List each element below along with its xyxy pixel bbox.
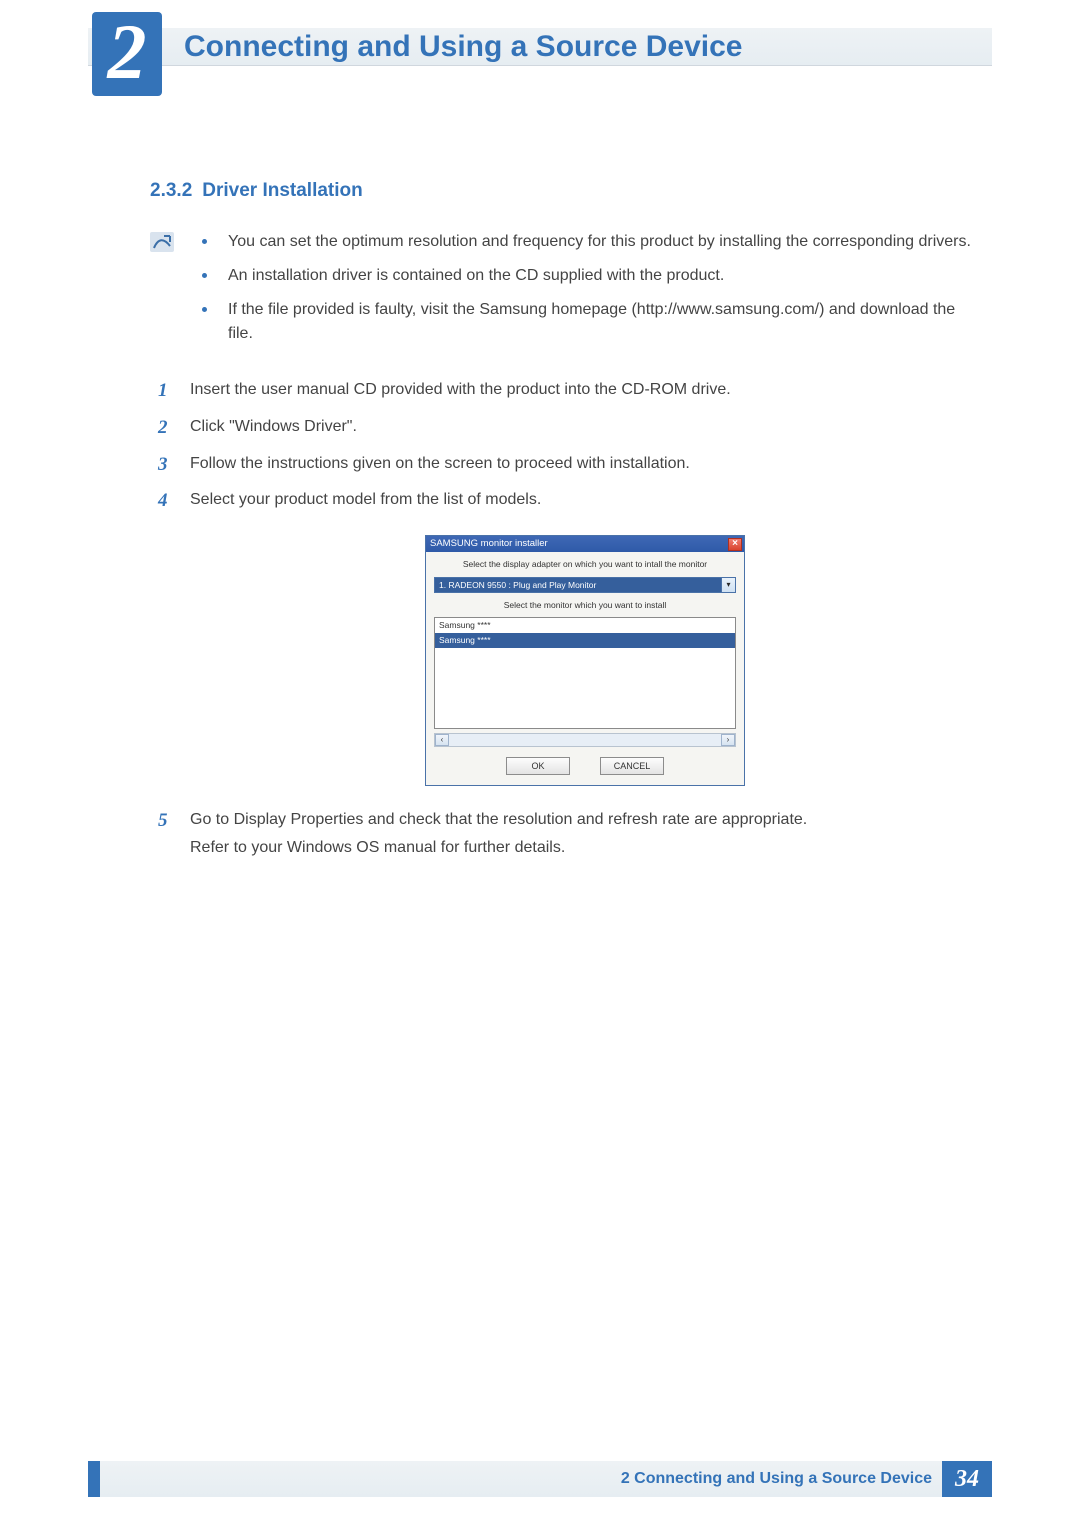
step-item: 1 Insert the user manual CD provided wit… — [150, 378, 980, 403]
note-item: You can set the optimum resolution and f… — [188, 230, 980, 254]
step-text: Go to Display Properties and check that … — [190, 811, 807, 828]
footer-accent — [88, 1461, 100, 1497]
note-item: If the file provided is faulty, visit th… — [188, 298, 980, 346]
installer-dialog: SAMSUNG monitor installer × Select the d… — [425, 535, 745, 785]
footer-bar: 2 Connecting and Using a Source Device 3… — [88, 1461, 992, 1497]
step-item: 2 Click "Windows Driver". — [150, 415, 980, 440]
scroll-left-icon[interactable]: ‹ — [435, 734, 449, 746]
list-item[interactable]: Samsung **** — [435, 618, 735, 633]
adapter-selected-text: 1. RADEON 9550 : Plug and Play Monitor — [439, 580, 596, 590]
steps-list: 1 Insert the user manual CD provided wit… — [150, 378, 980, 861]
list-item[interactable]: Samsung **** — [435, 633, 735, 648]
horizontal-scrollbar[interactable]: ‹ › — [434, 733, 736, 747]
chapter-badge: 2 — [92, 12, 162, 96]
step-number: 4 — [158, 486, 168, 515]
dialog-instruction-2: Select the monitor which you want to ins… — [434, 599, 736, 612]
section-heading: 2.3.2 Driver Installation — [150, 180, 980, 202]
step-number: 5 — [158, 806, 168, 835]
step-number: 2 — [158, 413, 168, 442]
step-number: 1 — [158, 376, 168, 405]
note-item: An installation driver is contained on t… — [188, 264, 980, 288]
step-extra-text: Refer to your Windows OS manual for furt… — [190, 836, 980, 861]
step-text: Select your product model from the list … — [190, 491, 541, 508]
step-item: 4 Select your product model from the lis… — [150, 488, 980, 785]
monitor-listbox[interactable]: Samsung **** Samsung **** — [434, 617, 736, 729]
close-icon[interactable]: × — [728, 538, 742, 551]
section-title: Driver Installation — [202, 180, 363, 201]
note-list: You can set the optimum resolution and f… — [188, 230, 980, 356]
step-text: Insert the user manual CD provided with … — [190, 381, 731, 398]
footer-text: 2 Connecting and Using a Source Device — [621, 1470, 932, 1488]
dialog-titlebar: SAMSUNG monitor installer × — [426, 536, 744, 552]
note-icon — [150, 232, 174, 252]
step-item: 3 Follow the instructions given on the s… — [150, 452, 980, 477]
dialog-title: SAMSUNG monitor installer — [430, 537, 548, 552]
scroll-right-icon[interactable]: › — [721, 734, 735, 746]
chapter-title: Connecting and Using a Source Device — [184, 30, 742, 64]
step-text: Click "Windows Driver". — [190, 418, 357, 435]
installer-dialog-figure: SAMSUNG monitor installer × Select the d… — [425, 535, 745, 785]
chevron-down-icon[interactable]: ▾ — [721, 578, 735, 592]
ok-button[interactable]: OK — [506, 757, 570, 775]
page-number: 34 — [942, 1461, 992, 1497]
step-text: Follow the instructions given on the scr… — [190, 455, 690, 472]
step-item: 5 Go to Display Properties and check tha… — [150, 808, 980, 862]
adapter-dropdown[interactable]: 1. RADEON 9550 : Plug and Play Monitor ▾ — [434, 577, 736, 593]
note-block: You can set the optimum resolution and f… — [150, 230, 980, 356]
cancel-button[interactable]: CANCEL — [600, 757, 664, 775]
section-number: 2.3.2 — [150, 180, 192, 201]
step-number: 3 — [158, 450, 168, 479]
dialog-instruction-1: Select the display adapter on which you … — [434, 558, 736, 571]
chapter-number: 2 — [108, 13, 147, 91]
